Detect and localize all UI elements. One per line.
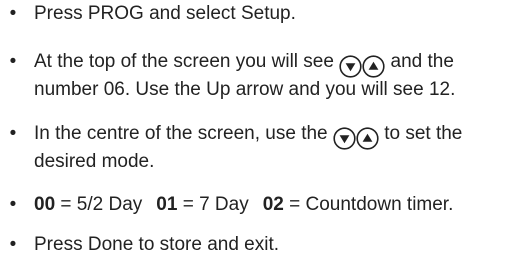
bullet: • xyxy=(9,194,17,215)
bullet: • xyxy=(9,123,17,144)
mode-option: 01 = 7 Day xyxy=(156,194,248,215)
step-line: At the top of the screen you will see an… xyxy=(34,50,524,78)
step-line: desired mode. xyxy=(34,151,155,172)
mode-code: 00 xyxy=(34,194,56,215)
mode-code: 02 xyxy=(262,194,284,215)
mode-label: = 7 Day xyxy=(182,194,249,215)
list-item: • At the top of the screen you will see … xyxy=(0,50,527,101)
arrow-buttons-icon xyxy=(333,127,379,150)
mode-code: 01 xyxy=(156,194,178,215)
step-text-after-icons: and the xyxy=(390,51,454,72)
arrow-buttons-icon xyxy=(339,55,385,78)
mode-list: 00 = 5/2 Day 01 = 7 Day 02 = Countdown tim… xyxy=(34,193,524,216)
step-text-before-icons: In the centre of the screen, use the xyxy=(34,123,328,144)
bullet: • xyxy=(9,3,17,24)
mode-label: = 5/2 Day xyxy=(60,194,143,215)
mode-label: = Countdown timer. xyxy=(289,194,454,215)
step-line: In the centre of the screen, use the to … xyxy=(34,122,524,150)
down-arrow-icon xyxy=(333,127,356,150)
list-item: • Press Done to store and exit. xyxy=(0,233,527,257)
step-text: At the top of the screen you will see an… xyxy=(34,50,524,101)
list-item: • Press PROG and select Setup. xyxy=(0,2,527,26)
up-arrow-icon xyxy=(356,127,379,150)
down-arrow-icon xyxy=(339,55,362,78)
list-item: • 00 = 5/2 Day 01 = 7 Day 02 = Countdown t… xyxy=(0,193,527,217)
bullet: • xyxy=(9,51,17,72)
instruction-list: • Press PROG and select Setup. • At the … xyxy=(0,0,527,255)
up-arrow-icon xyxy=(362,55,385,78)
step-text-after-icons: to set the xyxy=(384,123,463,144)
step-text: Press Done to store and exit. xyxy=(34,234,280,255)
step-text: In the centre of the screen, use the to … xyxy=(34,122,524,173)
step-text-before-icons: At the top of the screen you will see xyxy=(34,51,334,72)
step-line: number 06. Use the Up arrow and you will… xyxy=(34,79,456,100)
mode-option: 00 = 5/2 Day xyxy=(34,194,142,215)
mode-option: 02 = Countdown timer. xyxy=(263,194,454,215)
bullet: • xyxy=(9,234,17,255)
step-text: Press PROG and select Setup. xyxy=(34,3,296,24)
list-item: • In the centre of the screen, use the t… xyxy=(0,122,527,173)
